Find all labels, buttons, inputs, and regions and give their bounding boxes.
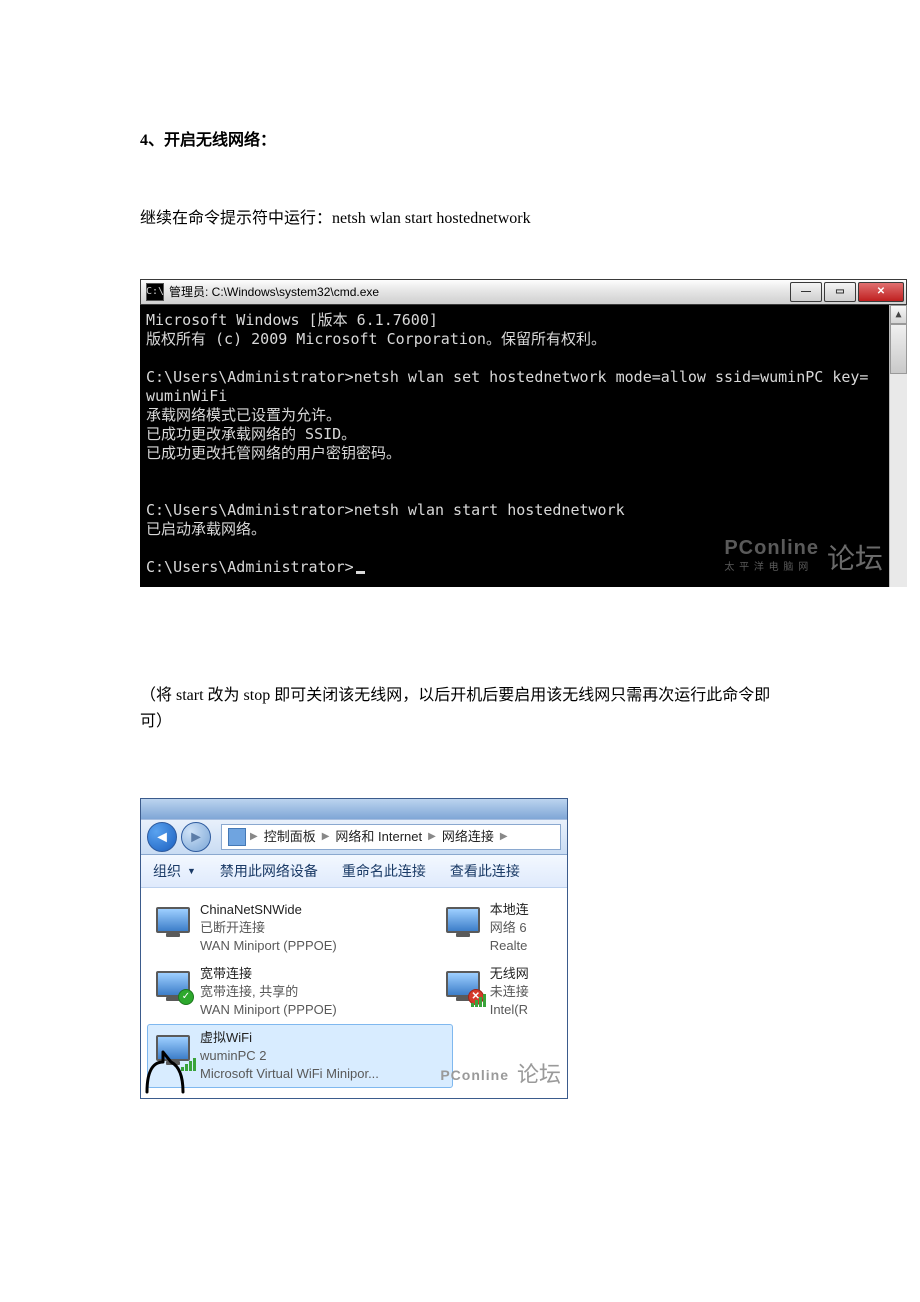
cmd-icon: C:\: [146, 283, 164, 301]
address-bar[interactable]: ▶ 控制面板 ▶ 网络和 Internet ▶ 网络连接 ▶: [221, 824, 561, 850]
connection-name: 无线网: [490, 965, 529, 983]
toolbar-disable[interactable]: 禁用此网络设备: [208, 860, 330, 882]
watermark: PConline 太 平 洋 电 脑 网 论坛: [724, 539, 883, 577]
cursor-icon: [356, 571, 365, 574]
connection-item[interactable]: ChinaNetSNWide 已断开连接 WAN Miniport (PPPOE…: [147, 896, 437, 960]
connection-device: Microsoft Virtual WiFi Minipor...: [200, 1065, 379, 1083]
connection-item[interactable]: ✓ 宽带连接 宽带连接, 共享的 WAN Miniport (PPPOE): [147, 960, 437, 1024]
connection-name: 虚拟WiFi: [200, 1029, 379, 1047]
nav-forward-button[interactable]: ►: [181, 822, 211, 852]
connection-device: Intel(R: [490, 1001, 529, 1019]
connection-item[interactable]: 本地连 网络 6 Realte: [437, 896, 561, 960]
chevron-right-icon: ▶: [322, 829, 330, 845]
folder-icon: [228, 828, 246, 846]
cmd-prompt: C:\Users\Administrator>: [146, 558, 354, 576]
cmd-line: [146, 463, 903, 482]
toolbar-label: 组织: [153, 860, 181, 882]
breadcrumb-segment[interactable]: 控制面板: [262, 827, 318, 848]
connection-device: WAN Miniport (PPPOE): [200, 937, 337, 955]
connection-icon: [444, 901, 482, 939]
connection-device: WAN Miniport (PPPOE): [200, 1001, 337, 1019]
connection-name: 宽带连接: [200, 965, 337, 983]
breadcrumb-segment[interactable]: 网络和 Internet: [333, 827, 424, 848]
connection-status: 未连接: [490, 983, 529, 1001]
watermark: PConline 论坛: [440, 1057, 561, 1092]
cmd-line: C:\Users\Administrator>netsh wlan start …: [146, 501, 903, 520]
connection-icon: ✓: [154, 965, 192, 1003]
connection-name: ChinaNetSNWide: [200, 901, 337, 919]
connection-device: Realte: [490, 937, 529, 955]
connection-status: 已断开连接: [200, 919, 337, 937]
cmd-line: 已成功更改承载网络的 SSID。: [146, 425, 903, 444]
connection-status: 网络 6: [490, 919, 529, 937]
connection-icon: [154, 901, 192, 939]
section-heading: 4、开启无线网络：: [140, 128, 780, 154]
paragraph-note: （将 start 改为 stop 即可关闭该无线网，以后开机后要启用该无线网只需…: [140, 683, 780, 734]
explorer-window: ◄ ► ▶ 控制面板 ▶ 网络和 Internet ▶ 网络连接 ▶ 组织 ▼ …: [140, 798, 568, 1099]
maximize-button[interactable]: ▭: [824, 282, 856, 302]
explorer-navbar: ◄ ► ▶ 控制面板 ▶ 网络和 Internet ▶ 网络连接 ▶: [141, 819, 567, 855]
watermark-logo: PConline: [724, 539, 819, 558]
chevron-down-icon: ▼: [187, 864, 196, 878]
cmd-line: Microsoft Windows [版本 6.1.7600]: [146, 311, 903, 330]
hand-annotation-icon: [143, 1048, 191, 1096]
connection-status: 宽带连接, 共享的: [200, 983, 337, 1001]
minimize-button[interactable]: —: [790, 282, 822, 302]
cmd-line: [146, 482, 903, 501]
explorer-toolbar: 组织 ▼ 禁用此网络设备 重命名此连接 查看此连接: [141, 855, 567, 888]
watermark-bbs: 论坛: [517, 1057, 561, 1092]
chevron-right-icon: ▶: [428, 829, 436, 845]
cmd-line: C:\Users\Administrator>netsh wlan set ho…: [146, 368, 903, 387]
toolbar-organize[interactable]: 组织 ▼: [141, 860, 208, 882]
watermark-bbs: 论坛: [827, 549, 883, 568]
cmd-line: wuminWiFi: [146, 387, 903, 406]
nav-back-button[interactable]: ◄: [147, 822, 177, 852]
connection-name: 本地连: [490, 901, 529, 919]
cmd-title: 管理员: C:\Windows\system32\cmd.exe: [169, 283, 790, 302]
scrollbar[interactable]: ▲: [889, 305, 907, 587]
cmd-line: [146, 349, 903, 368]
connection-item[interactable]: ✕ 无线网 未连接 Intel(R: [437, 960, 561, 1024]
chevron-right-icon: ▶: [250, 829, 258, 845]
watermark-logo: PConline: [440, 1064, 509, 1086]
breadcrumb-segment[interactable]: 网络连接: [440, 827, 496, 848]
cmd-line: 版权所有 (c) 2009 Microsoft Corporation。保留所有…: [146, 330, 903, 349]
scroll-thumb[interactable]: [890, 324, 907, 374]
paragraph-command: 继续在命令提示符中运行：netsh wlan start hostednetwo…: [140, 206, 780, 232]
cmd-window: C:\ 管理员: C:\Windows\system32\cmd.exe — ▭…: [140, 279, 907, 587]
signal-icon: [471, 994, 486, 1007]
explorer-caption: [141, 799, 567, 819]
checkmark-icon: ✓: [178, 989, 194, 1005]
chevron-right-icon: ▶: [500, 829, 508, 845]
cmd-body: Microsoft Windows [版本 6.1.7600] 版权所有 (c)…: [140, 305, 907, 587]
cmd-line: 已成功更改托管网络的用户密钥密码。: [146, 444, 903, 463]
connection-icon: ✕: [444, 965, 482, 1003]
explorer-body: ChinaNetSNWide 已断开连接 WAN Miniport (PPPOE…: [141, 888, 567, 1098]
close-button[interactable]: ✕: [858, 282, 904, 302]
toolbar-rename[interactable]: 重命名此连接: [330, 860, 438, 882]
connection-status: wuminPC 2: [200, 1047, 379, 1065]
connection-item-selected[interactable]: 虚拟WiFi wuminPC 2 Microsoft Virtual WiFi …: [147, 1024, 453, 1088]
cmd-line: 承载网络模式已设置为允许。: [146, 406, 903, 425]
watermark-sub: 太 平 洋 电 脑 网: [724, 558, 819, 577]
scroll-up-icon[interactable]: ▲: [890, 305, 907, 324]
cmd-titlebar: C:\ 管理员: C:\Windows\system32\cmd.exe — ▭…: [140, 279, 907, 305]
toolbar-view[interactable]: 查看此连接: [438, 860, 532, 882]
